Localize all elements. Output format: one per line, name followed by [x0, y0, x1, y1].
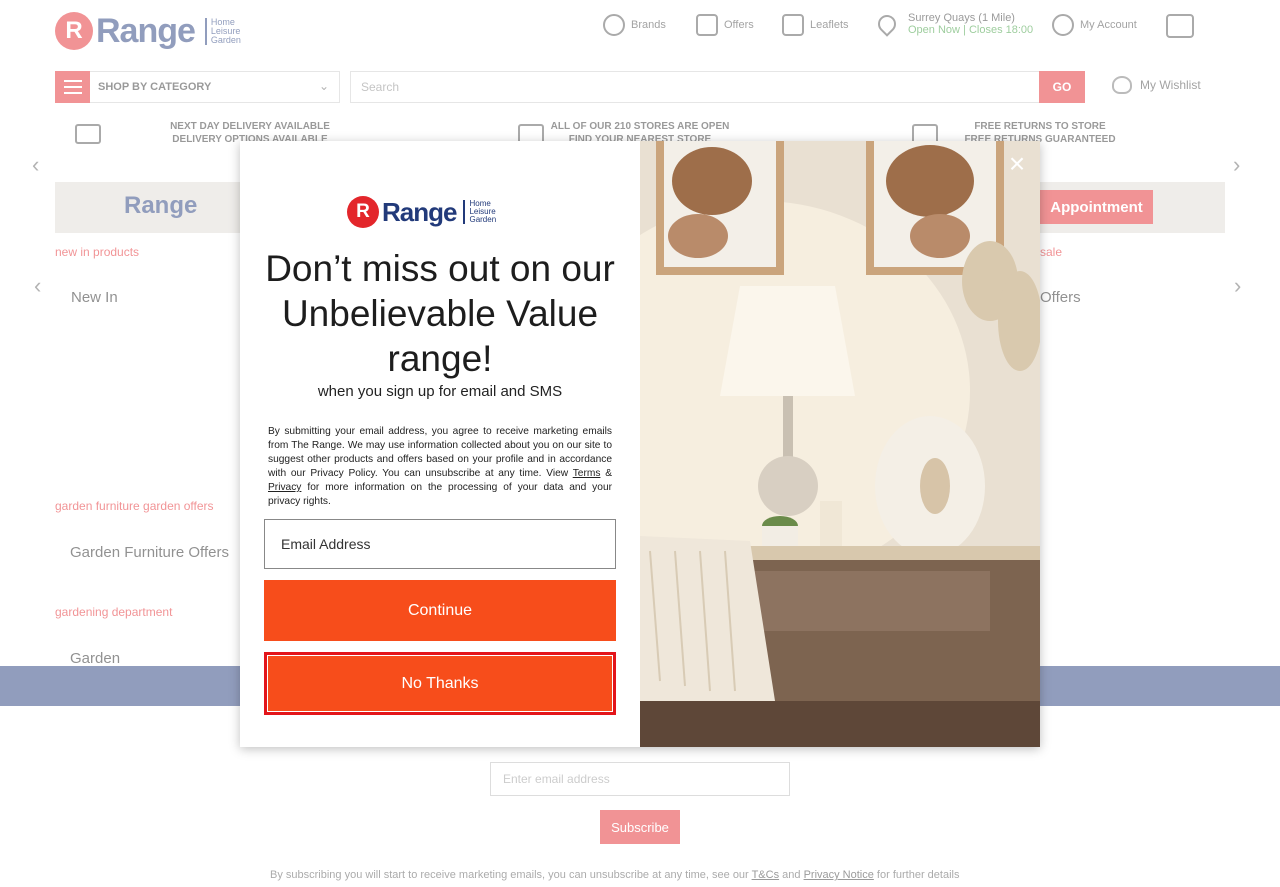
lifestyle-image [640, 141, 1040, 747]
legal-amp: & [605, 468, 612, 479]
signup-form-panel: R Range Home Leisure Garden Don’t miss o… [240, 141, 640, 747]
legal-text-after: for more information on the processing o… [268, 482, 612, 507]
modal-subheading: when you sign up for email and SMS [317, 383, 563, 400]
modal-logo-r-mark: R [347, 196, 379, 228]
signup-modal: R Range Home Leisure Garden Don’t miss o… [240, 141, 1040, 747]
modal-email-input[interactable]: Email Address [264, 519, 616, 569]
legal-text: By submitting your email address, you ag… [268, 426, 612, 479]
modal-logo-tagline: Home Leisure Garden [463, 200, 501, 224]
modal-heading: Don’t miss out on our Unbelievable Value… [265, 248, 615, 379]
privacy-link[interactable]: Privacy [268, 482, 301, 493]
modal-logo: R Range Home Leisure Garden [347, 196, 501, 228]
modal-legal-text: By submitting your email address, you ag… [268, 425, 612, 509]
lifestyle-illustration [640, 141, 1040, 747]
no-thanks-button[interactable]: No Thanks [264, 652, 616, 715]
terms-link[interactable]: Terms [573, 468, 601, 479]
modal-logo-wordmark: Range [382, 196, 457, 227]
continue-button[interactable]: Continue [264, 580, 616, 641]
close-icon[interactable]: × [1005, 150, 1029, 178]
